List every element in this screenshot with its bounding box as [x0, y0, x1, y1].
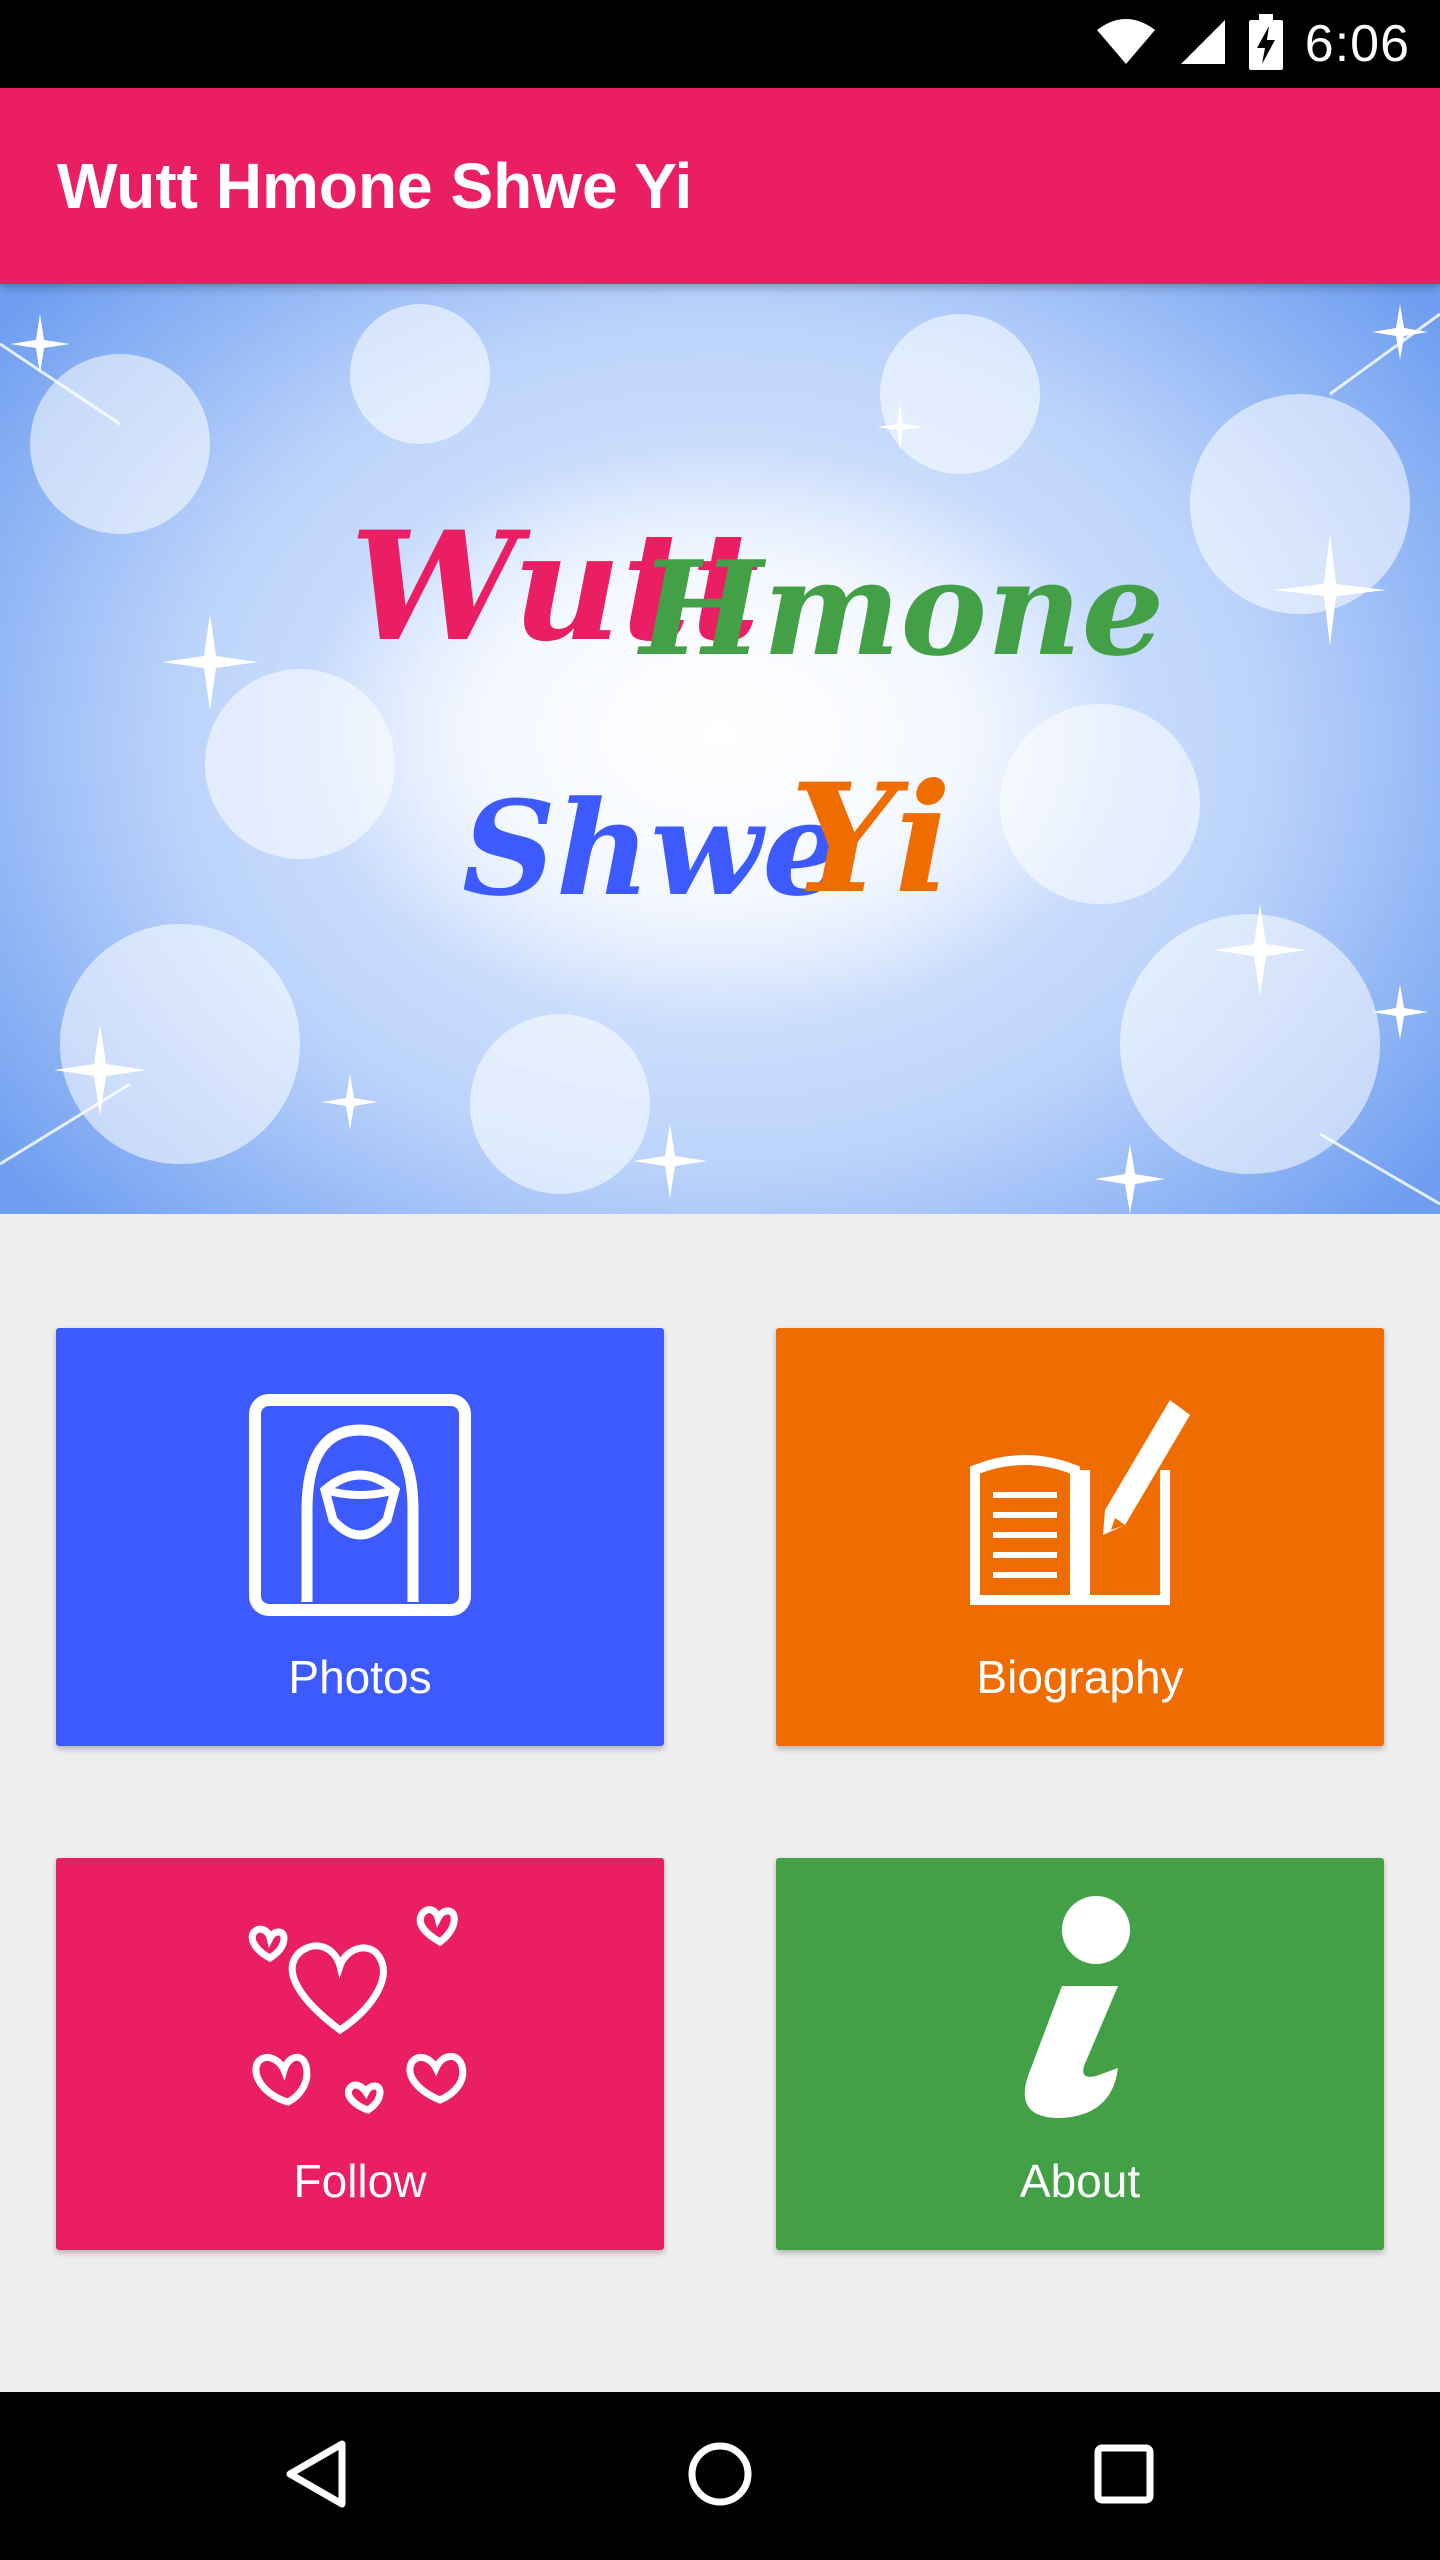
back-icon	[284, 2440, 348, 2513]
about-label: About	[1019, 2155, 1141, 2207]
status-icons: 6:06	[1095, 0, 1410, 88]
banner-image: Wutt Hmone Shwe Yi	[0, 284, 1440, 1214]
logo-word: Yi	[790, 751, 952, 927]
back-button[interactable]	[236, 2392, 396, 2560]
logo: Wutt Hmone Shwe Yi	[0, 284, 1440, 1214]
logo-word: Hmone	[640, 532, 1165, 685]
photos-button[interactable]: Photos	[56, 1328, 664, 1746]
recents-button[interactable]	[1044, 2392, 1204, 2560]
status-bar: 6:06	[0, 0, 1440, 88]
signal-icon	[1179, 18, 1227, 71]
wifi-icon	[1095, 18, 1157, 71]
app-title: Wutt Hmone Shwe Yi	[57, 150, 693, 222]
follow-button[interactable]: Follow	[56, 1858, 664, 2250]
home-icon	[686, 2440, 754, 2513]
home-button[interactable]	[640, 2392, 800, 2560]
biography-button[interactable]: Biography	[776, 1328, 1384, 1746]
about-button[interactable]: About	[776, 1858, 1384, 2250]
logo-word: Shwe	[462, 772, 846, 925]
photos-label: Photos	[288, 1651, 432, 1703]
app-bar: Wutt Hmone Shwe Yi	[0, 88, 1440, 284]
status-time: 6:06	[1304, 15, 1410, 73]
battery-charging-icon	[1248, 13, 1283, 75]
biography-label: Biography	[976, 1651, 1184, 1703]
info-icon	[776, 1896, 1384, 2126]
hearts-icon	[56, 1900, 664, 2130]
follow-label: Follow	[293, 2155, 427, 2207]
portrait-frame-icon	[56, 1390, 664, 1620]
recents-icon	[1093, 2443, 1155, 2510]
navigation-bar	[0, 2392, 1440, 2560]
book-pencil-icon	[776, 1390, 1384, 1620]
